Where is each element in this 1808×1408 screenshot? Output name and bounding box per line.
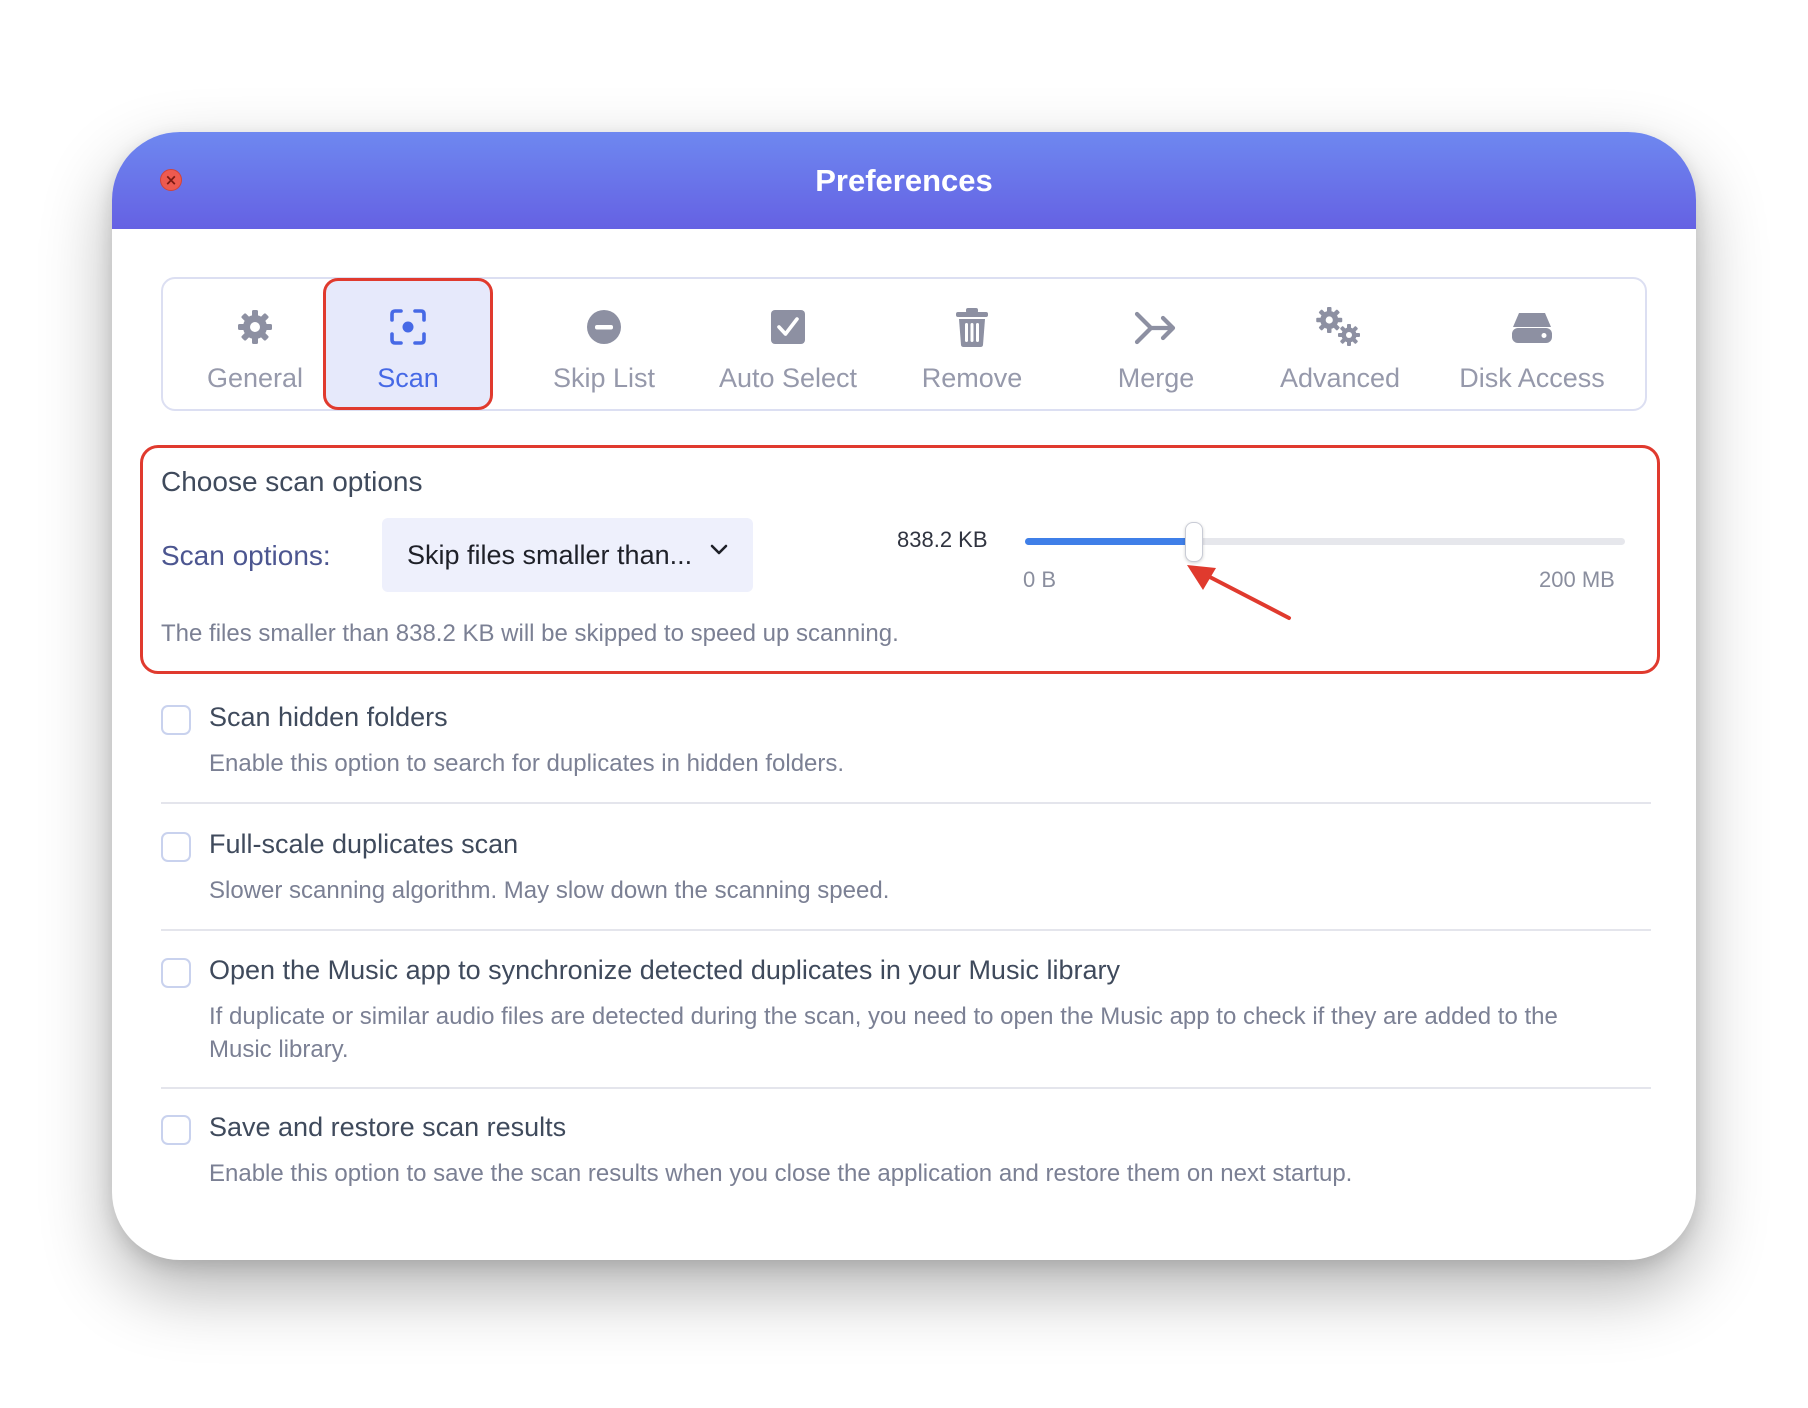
size-slider[interactable]	[1025, 522, 1625, 562]
tab-label: Merge	[1117, 363, 1195, 393]
tab-scan[interactable]: Scan	[323, 278, 493, 410]
scan-options-label: Scan options:	[161, 540, 331, 571]
merge-arrow-icon	[1064, 305, 1248, 349]
annotation-arrow-icon	[1187, 565, 1291, 620]
scan-options-dropdown[interactable]: Skip files smaller than...	[382, 518, 753, 592]
divider	[161, 929, 1651, 931]
option-description: Slower scanning algorithm. May slow down…	[209, 877, 890, 904]
option-title: Save and restore scan results	[209, 1112, 567, 1142]
window-title: Preferences	[815, 163, 993, 198]
tab-general[interactable]: General	[163, 279, 347, 409]
tab-label: Advanced	[1279, 363, 1401, 393]
slider-min-label: 0 B	[1023, 567, 1057, 592]
slider-max-label: 200 MB	[1539, 567, 1615, 592]
tab-remove[interactable]: Remove	[880, 279, 1064, 409]
tab-label: Scan	[377, 363, 439, 393]
minus-circle-icon	[512, 305, 696, 349]
tab-merge[interactable]: Merge	[1064, 279, 1248, 409]
checkbox[interactable]	[161, 705, 191, 735]
section-title: Choose scan options	[161, 466, 423, 497]
divider	[161, 1087, 1651, 1089]
preferences-window: × Preferences General Scan Skip List Aut…	[112, 132, 1696, 1260]
checkbox-icon	[696, 305, 880, 349]
option-title: Open the Music app to synchronize detect…	[209, 955, 1120, 985]
gear-icon	[163, 305, 347, 349]
option-description: Enable this option to save the scan resu…	[209, 1160, 1353, 1187]
tab-disk-access[interactable]: Disk Access	[1432, 279, 1632, 409]
disk-icon	[1432, 305, 1632, 349]
slider-fill	[1025, 538, 1193, 545]
trash-icon	[880, 305, 1064, 349]
option-title: Scan hidden folders	[209, 702, 448, 732]
title-bar: × Preferences	[112, 132, 1696, 229]
checkbox[interactable]	[161, 1115, 191, 1145]
tab-auto-select[interactable]: Auto Select	[696, 279, 880, 409]
checkbox[interactable]	[161, 958, 191, 988]
chevron-down-icon	[709, 542, 729, 563]
tab-label: Disk Access	[1459, 363, 1605, 393]
tab-advanced[interactable]: Advanced	[1248, 279, 1432, 409]
tab-label: Remove	[921, 363, 1023, 393]
scan-options-description: The files smaller than 838.2 KB will be …	[161, 620, 899, 647]
dropdown-value: Skip files smaller than...	[407, 540, 693, 570]
checkbox[interactable]	[161, 832, 191, 862]
option-description: If duplicate or similar audio files are …	[209, 1003, 1558, 1063]
gears-icon	[1248, 305, 1432, 349]
tab-skip-list[interactable]: Skip List	[512, 279, 696, 409]
size-threshold-value: 838.2 KB	[897, 527, 988, 552]
option-description: Enable this option to search for duplica…	[209, 750, 845, 777]
tab-label: General	[206, 363, 304, 393]
divider	[161, 802, 1651, 804]
tab-label: Auto Select	[718, 363, 858, 393]
option-title: Full-scale duplicates scan	[209, 829, 519, 859]
slider-thumb[interactable]	[1185, 522, 1203, 562]
tab-bar: General Scan Skip List Auto Select Remov…	[161, 277, 1647, 411]
tab-label: Skip List	[552, 363, 656, 393]
scan-icon	[326, 305, 490, 349]
